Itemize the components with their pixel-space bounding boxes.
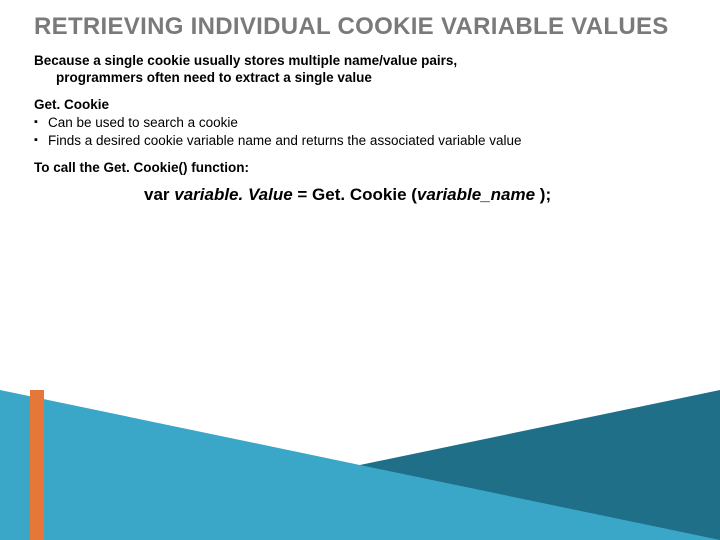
triangle-light bbox=[0, 390, 720, 540]
lead-paragraph: Because a single cookie usually stores m… bbox=[34, 53, 594, 87]
call-text: To call the Get. Cookie() function: bbox=[34, 160, 686, 175]
code-arg: variable_name bbox=[417, 185, 540, 204]
lead-line-2: programmers often need to extract a sing… bbox=[34, 70, 594, 87]
lead-line-1: Because a single cookie usually stores m… bbox=[34, 53, 457, 68]
slide-title: RETRIEVING INDIVIDUAL COOKIE VARIABLE VA… bbox=[34, 14, 686, 41]
bullet-item: Finds a desired cookie variable name and… bbox=[34, 132, 686, 150]
code-keyword: var bbox=[144, 185, 174, 204]
code-assign: = Get. Cookie ( bbox=[293, 185, 417, 204]
code-sample: var variable. Value = Get. Cookie (varia… bbox=[34, 185, 686, 205]
code-var-name: variable. Value bbox=[174, 185, 292, 204]
subheading-getcookie: Get. Cookie bbox=[34, 97, 686, 112]
code-close: ); bbox=[540, 185, 551, 204]
accent-bar bbox=[30, 390, 44, 540]
bullet-list: Can be used to search a cookie Finds a d… bbox=[34, 114, 686, 150]
footer-graphic bbox=[0, 390, 720, 540]
slide-content: RETRIEVING INDIVIDUAL COOKIE VARIABLE VA… bbox=[0, 0, 720, 205]
bullet-item: Can be used to search a cookie bbox=[34, 114, 686, 132]
